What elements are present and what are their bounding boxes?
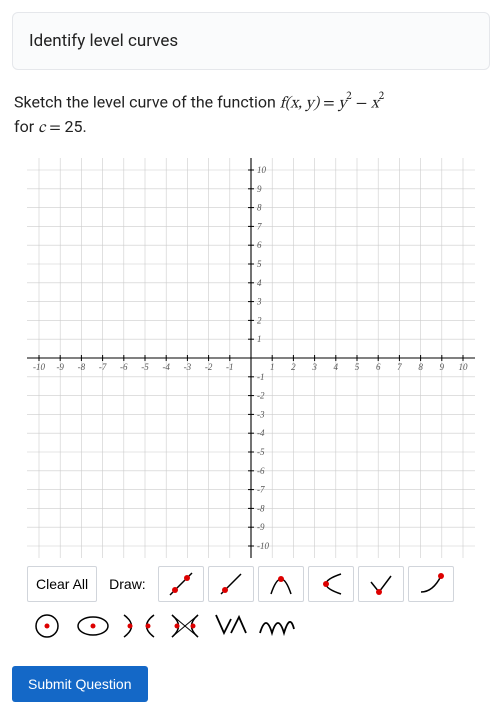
svg-text:-9: -9 <box>257 523 265 533</box>
svg-text:-6: -6 <box>257 466 265 476</box>
clear-all-label: Clear All <box>36 576 88 592</box>
svg-text:7: 7 <box>397 362 402 372</box>
question-header-card: Identify level curves <box>12 12 490 70</box>
svg-text:-5: -5 <box>141 362 149 372</box>
sup-x: 2 <box>379 90 385 102</box>
ellipse-tool[interactable] <box>73 608 113 644</box>
question-title: Identify level curves <box>29 31 178 51</box>
svg-text:-9: -9 <box>56 362 64 372</box>
svg-text:8: 8 <box>257 203 262 213</box>
prompt-text-1: Sketch the level curve of the function <box>14 92 280 111</box>
parabola-left-icon <box>317 570 345 598</box>
svg-text:-4: -4 <box>162 362 170 372</box>
svg-text:5: 5 <box>355 362 360 372</box>
term-x: x <box>371 95 379 111</box>
svg-text:9: 9 <box>257 184 262 194</box>
curve-dot-icon <box>417 570 445 598</box>
svg-text:8: 8 <box>418 362 423 372</box>
term-y: y <box>338 95 346 111</box>
prompt-text-2: for <box>14 117 38 136</box>
check-angle-icon <box>367 570 395 598</box>
svg-text:2: 2 <box>291 362 296 372</box>
draw-label: Draw: <box>101 566 154 602</box>
period: . <box>82 117 86 136</box>
svg-text:-1: -1 <box>257 372 265 382</box>
svg-text:-4: -4 <box>257 429 265 439</box>
submit-label: Submit Question <box>28 676 132 692</box>
coordinate-grid[interactable]: -10 -9 -8 -7 -6 -5 -4 -3 -2 -1 1 2 3 4 5 6 7 8 9 10 10 9 8 7 6 5… <box>27 158 475 558</box>
equals-1: = <box>323 95 338 111</box>
svg-text:5: 5 <box>257 259 262 269</box>
svg-text:-2: -2 <box>205 362 213 372</box>
clear-all-button[interactable]: Clear All <box>27 566 97 602</box>
svg-text:3: 3 <box>311 362 317 372</box>
svg-text:-7: -7 <box>257 485 265 495</box>
svg-text:-6: -6 <box>120 362 128 372</box>
svg-text:-3: -3 <box>257 410 265 420</box>
function-lhs: f(x, y) <box>280 95 319 111</box>
svg-text:-5: -5 <box>257 447 265 457</box>
draw-toolbar: Clear All Draw: <box>27 566 475 602</box>
line-through-points-tool[interactable] <box>158 566 204 602</box>
svg-text:4: 4 <box>334 362 339 372</box>
svg-text:10: 10 <box>257 165 267 175</box>
sup-y: 2 <box>346 90 352 102</box>
parabola-horizontal-tool[interactable] <box>308 566 354 602</box>
svg-text:6: 6 <box>257 241 262 251</box>
c-lhs: c <box>38 120 45 136</box>
circle-dot-icon <box>28 611 66 641</box>
svg-text:-2: -2 <box>257 391 265 401</box>
svg-text:-8: -8 <box>257 504 265 514</box>
svg-text:10: 10 <box>459 362 469 372</box>
shape-toolbar <box>27 608 475 644</box>
submit-question-button[interactable]: Submit Question <box>12 666 148 702</box>
svg-text:6: 6 <box>376 362 381 372</box>
svg-text:-1: -1 <box>226 362 234 372</box>
svg-text:-10: -10 <box>33 362 45 372</box>
svg-text:-7: -7 <box>99 362 107 372</box>
hyperbola-star-tool[interactable] <box>165 608 205 644</box>
ray-tool[interactable] <box>208 566 254 602</box>
svg-text:1: 1 <box>257 335 262 345</box>
x-star-icon <box>166 611 204 641</box>
x-shape-icon <box>120 611 158 641</box>
angle-tool[interactable] <box>358 566 404 602</box>
minus: − <box>356 95 371 111</box>
svg-text:-8: -8 <box>78 362 86 372</box>
circle-point-tool[interactable] <box>27 608 67 644</box>
svg-text:2: 2 <box>257 316 262 326</box>
svg-text:-3: -3 <box>184 362 192 372</box>
hyperbola-x-tool[interactable] <box>119 608 159 644</box>
svg-text:3: 3 <box>256 297 262 307</box>
wave-tool[interactable] <box>257 608 297 644</box>
wave-icon <box>258 611 296 641</box>
vv-inverse-icon <box>212 611 250 641</box>
parabola-vertical-tool[interactable] <box>258 566 304 602</box>
line-points-icon <box>167 570 195 598</box>
graph-panel: -10 -9 -8 -7 -6 -5 -4 -3 -2 -1 1 2 3 4 5 6 7 8 9 10 10 9 8 7 6 5… <box>27 158 475 644</box>
equals-2: = <box>49 120 64 136</box>
parabola-down-icon <box>267 570 295 598</box>
draw-label-text: Draw: <box>109 576 146 592</box>
absolute-value-inverse-tool[interactable] <box>211 608 251 644</box>
curve-end-tool[interactable] <box>408 566 454 602</box>
svg-text:9: 9 <box>440 362 445 372</box>
question-prompt: Sketch the level curve of the function f… <box>14 90 488 140</box>
svg-text:-10: -10 <box>257 541 269 551</box>
svg-text:1: 1 <box>270 362 275 372</box>
ellipse-icon <box>74 611 112 641</box>
ray-icon <box>217 570 245 598</box>
c-value: 25 <box>64 117 82 136</box>
svg-text:7: 7 <box>257 222 262 232</box>
svg-text:4: 4 <box>257 278 262 288</box>
